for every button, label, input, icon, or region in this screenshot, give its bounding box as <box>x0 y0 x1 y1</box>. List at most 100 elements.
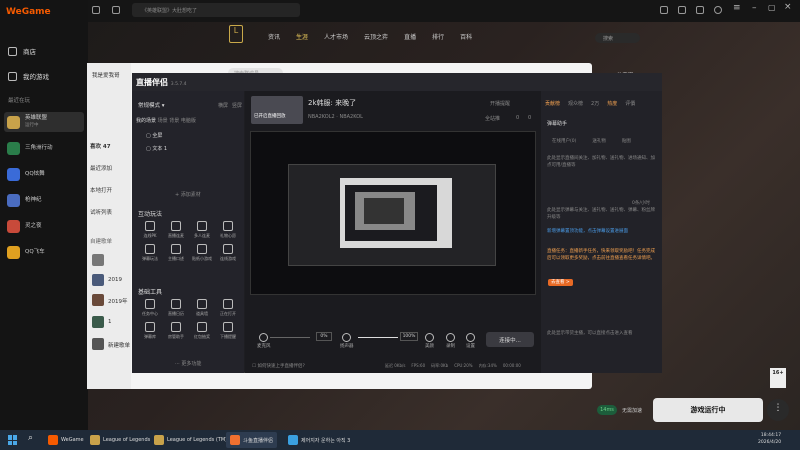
tab-audience[interactable]: 观众榜 <box>568 100 583 107</box>
nav-talent[interactable]: 人才市场 <box>324 32 348 41</box>
tool-offline-remind[interactable]: 下播提醒 <box>216 322 240 340</box>
room-title[interactable]: 2k韩服: 来晚了 <box>308 98 356 108</box>
mail-icon[interactable] <box>678 6 686 14</box>
game-nav: 资讯 生涯 人才市场 云顶之弈 直播 排行 百科 <box>268 32 472 41</box>
tab-contribution[interactable]: 贡献榜 <box>545 100 560 107</box>
help-link[interactable]: ☐ 如何快速上手直播伴侣? <box>252 363 305 369</box>
speaker-slider[interactable] <box>358 337 398 338</box>
notice-text: 此处显示直播间关注、加礼物、送礼物、进场通知、加点可用/直播等 <box>547 156 655 168</box>
danmu-pin-notice[interactable]: 新增弹幕置顶功能，点击弹幕设置进展面 <box>547 228 655 235</box>
list-item[interactable]: 本地打开 <box>90 186 112 194</box>
taskbar-lol-tm[interactable]: League of Legends (TM) <box>150 432 231 448</box>
game-item-gunsoul[interactable]: 枪神纪 <box>4 190 84 210</box>
tab-heat[interactable]: 热度 <box>607 100 617 107</box>
tool-danmu-lib[interactable]: 弹幕库 <box>138 322 162 340</box>
nav-news[interactable]: 资讯 <box>268 32 280 41</box>
more-options-icon[interactable]: ⋮ <box>767 399 789 421</box>
nav-career[interactable]: 生涯 <box>296 32 308 41</box>
game-running-button[interactable]: 游戏运行中 <box>653 398 763 422</box>
notice-text: 此处显示弹幕与关注、送礼物、送礼物、弹幕、粉丝牌升级等 <box>547 208 655 220</box>
mode-select[interactable]: 常规模式 ▾ <box>138 101 165 109</box>
windows-start-icon[interactable] <box>8 435 18 445</box>
close-icon[interactable]: × <box>784 2 792 12</box>
nav-wiki[interactable]: 百科 <box>460 32 472 41</box>
search-input[interactable]: 《英雄联盟》大肚想吃了 <box>132 3 300 17</box>
live-reminder[interactable]: 开播提醒 <box>490 100 510 107</box>
taskbar-lol[interactable]: League of Legends <box>86 432 154 448</box>
tab-online-users[interactable]: 在线用户(0) <box>552 138 576 144</box>
room-cover[interactable] <box>251 96 303 124</box>
mic-slider[interactable] <box>270 337 310 338</box>
minimize-icon[interactable]: – <box>752 3 757 13</box>
beauty-button[interactable]: 美颜 <box>425 333 434 349</box>
playlist-item[interactable]: 1 <box>108 319 112 325</box>
tool-sticker-game[interactable]: 贴纸小游戏 <box>190 244 214 262</box>
game-item-lol[interactable]: 英雄联盟 运行中 <box>4 112 84 132</box>
record-button[interactable]: 录制 <box>446 333 455 349</box>
tool-task-center[interactable]: 任务中心 <box>138 299 162 317</box>
game-item-qqdance[interactable]: QQ炫舞 <box>4 164 84 184</box>
tab-stickers[interactable]: 贴图 <box>622 138 631 144</box>
game-item-delta[interactable]: 三角洲行动 <box>4 138 84 158</box>
tool-multi-mic[interactable]: 多人连麦 <box>190 221 214 239</box>
list-item[interactable]: 喜欢 47 <box>90 142 111 150</box>
tool-gift-wish[interactable]: 礼物心愿 <box>216 221 240 239</box>
tool-prop-wall[interactable]: 道具墙 <box>190 299 214 317</box>
playlist-item[interactable]: 2019年 <box>108 297 128 305</box>
tool-opening[interactable]: 正在打开 <box>216 299 240 317</box>
playlist-item[interactable]: 2019 <box>108 277 122 283</box>
sidebar-item-store[interactable]: 商店 <box>8 46 36 56</box>
list-item[interactable]: 最近添加 <box>90 164 112 172</box>
tool-danmu-game[interactable]: 弹幕玩法 <box>138 244 162 262</box>
avatar[interactable] <box>714 6 722 14</box>
recent-games-header: 最近在玩 <box>8 98 31 104</box>
douyu-icon <box>230 435 240 445</box>
add-source-button[interactable]: + 添加素材 <box>175 191 201 198</box>
notice-text: 此处显示带货主播，可以直接点击进入查看 <box>547 331 633 336</box>
scene-item[interactable]: ▢ 文本 1 <box>146 145 167 152</box>
message-icon[interactable] <box>660 6 668 14</box>
game-item-night[interactable]: 灵之夜 <box>4 216 84 236</box>
tool-pk[interactable]: 连线PK <box>138 221 162 239</box>
speaker-control[interactable]: 扬声器 <box>340 333 354 349</box>
tool-calendar[interactable]: 直播日历 <box>164 299 188 317</box>
maximize-icon[interactable]: ▢ <box>768 3 776 12</box>
tab-portrait[interactable]: 竖屏 <box>232 102 242 109</box>
speaker-volume[interactable]: 100% <box>400 332 418 341</box>
search-icon[interactable]: ⌕ <box>28 433 33 443</box>
wiki-search[interactable]: 搜索 <box>595 33 640 43</box>
tab-gifts[interactable]: 送礼物 <box>592 138 606 144</box>
tool-link-game[interactable]: 连线游戏 <box>216 244 240 262</box>
nav-rank[interactable]: 排行 <box>432 32 444 41</box>
nav-live[interactable]: 直播 <box>404 32 416 41</box>
tool-narrate[interactable]: 主播口述 <box>164 244 188 262</box>
scene-header: 我的场景 场景 背景 电脑版 <box>136 118 196 124</box>
back-icon[interactable] <box>92 6 100 14</box>
menu-icon[interactable]: ≡ <box>733 3 741 13</box>
taskbar-stream-app[interactable]: 斗鱼直播伴侣 <box>226 432 278 448</box>
connect-button[interactable]: 连接中... <box>486 332 534 347</box>
tool-mic[interactable]: 直播连麦 <box>164 221 188 239</box>
task-link[interactable]: 去查看 > <box>548 279 573 286</box>
settings-button[interactable]: 设置 <box>466 333 475 349</box>
clock[interactable]: 18:44:17 2026/4/20 <box>758 432 781 446</box>
scene-item[interactable]: ▢ 全屏 <box>146 132 162 139</box>
tool-room-admin[interactable]: 房管助手 <box>164 322 188 340</box>
tab-landscape[interactable]: 横屏 <box>218 102 228 109</box>
tab-rating[interactable]: 评價 <box>625 100 635 107</box>
mic-control[interactable]: 麦克风 <box>257 333 271 349</box>
more-features[interactable]: ··· 更多功能 <box>175 360 201 367</box>
wegame-logo[interactable]: WeGame <box>6 7 51 17</box>
nav-tft[interactable]: 云顶之弈 <box>364 32 388 41</box>
mic-volume[interactable]: 0% <box>316 332 332 341</box>
taskbar-window[interactable]: 제어지자 운하는 아직 3 <box>284 432 354 448</box>
playlist-item[interactable]: 新建歌单 <box>108 341 130 349</box>
push-button[interactable]: 全站推 <box>485 115 500 122</box>
gift-icon[interactable] <box>696 6 704 14</box>
list-item[interactable]: 试听列表 <box>90 208 112 216</box>
taskbar-wegame[interactable]: WeGame <box>44 432 88 448</box>
game-item-qqspeed[interactable]: QQ飞车 <box>4 242 84 262</box>
sidebar-item-my-games[interactable]: 我的游戏 <box>8 71 49 81</box>
refresh-icon[interactable] <box>112 6 120 14</box>
tool-red-packet[interactable]: 红包抽奖 <box>190 322 214 340</box>
